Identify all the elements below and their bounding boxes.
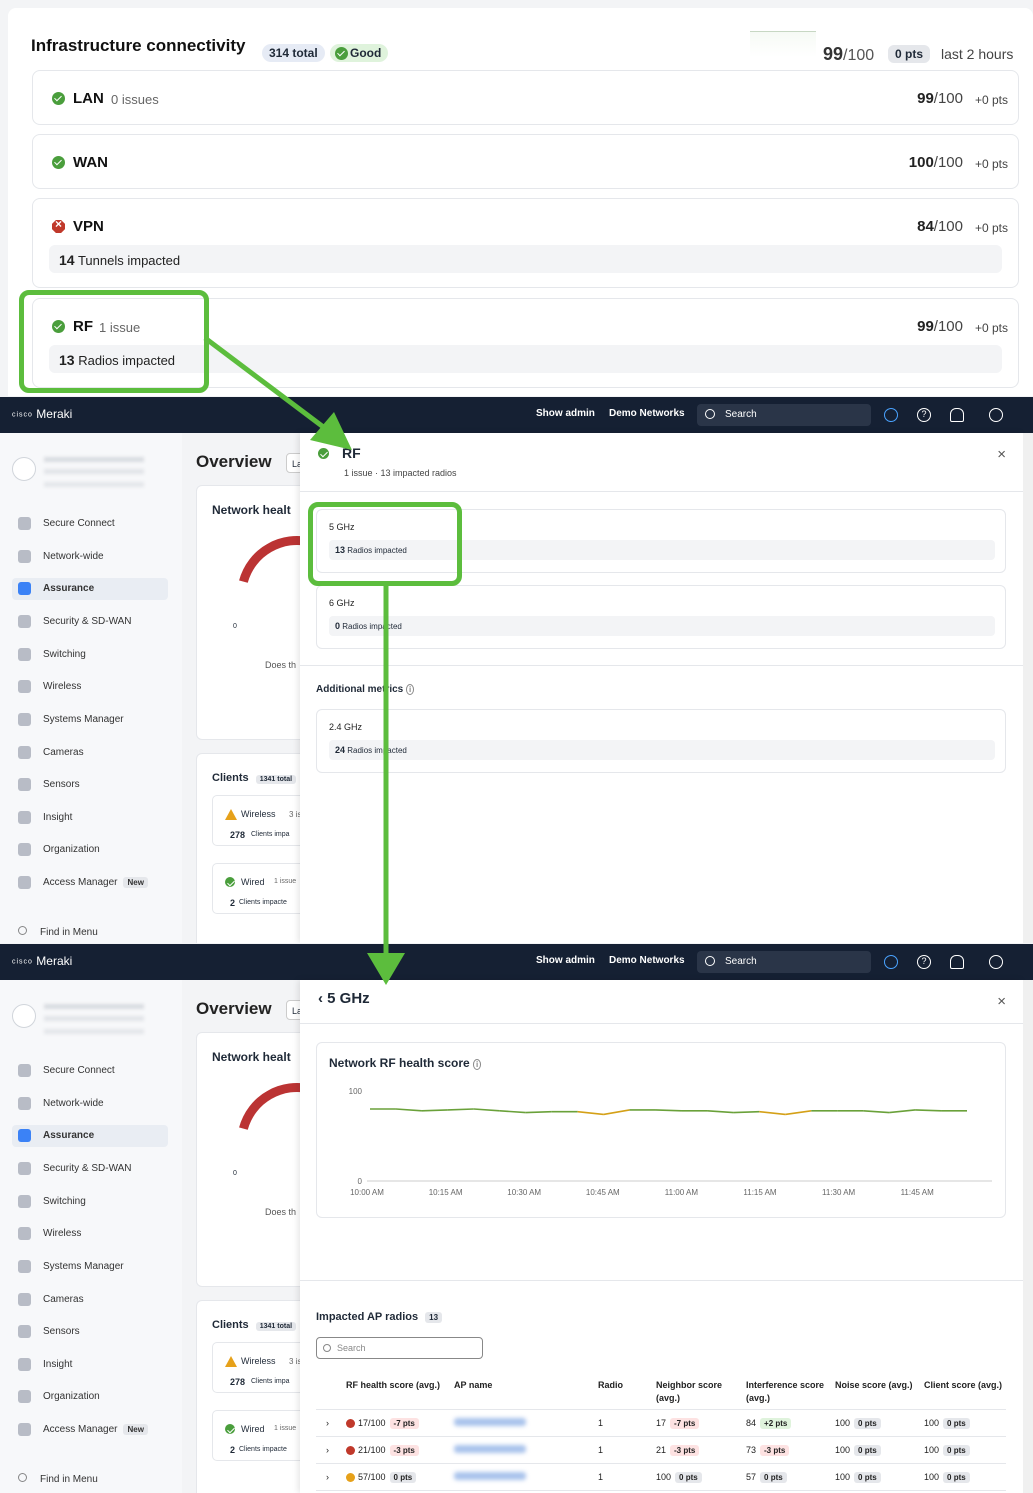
arrow-head-2 xyxy=(367,953,405,985)
arrow-line-1 xyxy=(203,336,332,434)
flow-arrows xyxy=(203,336,405,985)
arrow-head-1 xyxy=(310,412,352,450)
